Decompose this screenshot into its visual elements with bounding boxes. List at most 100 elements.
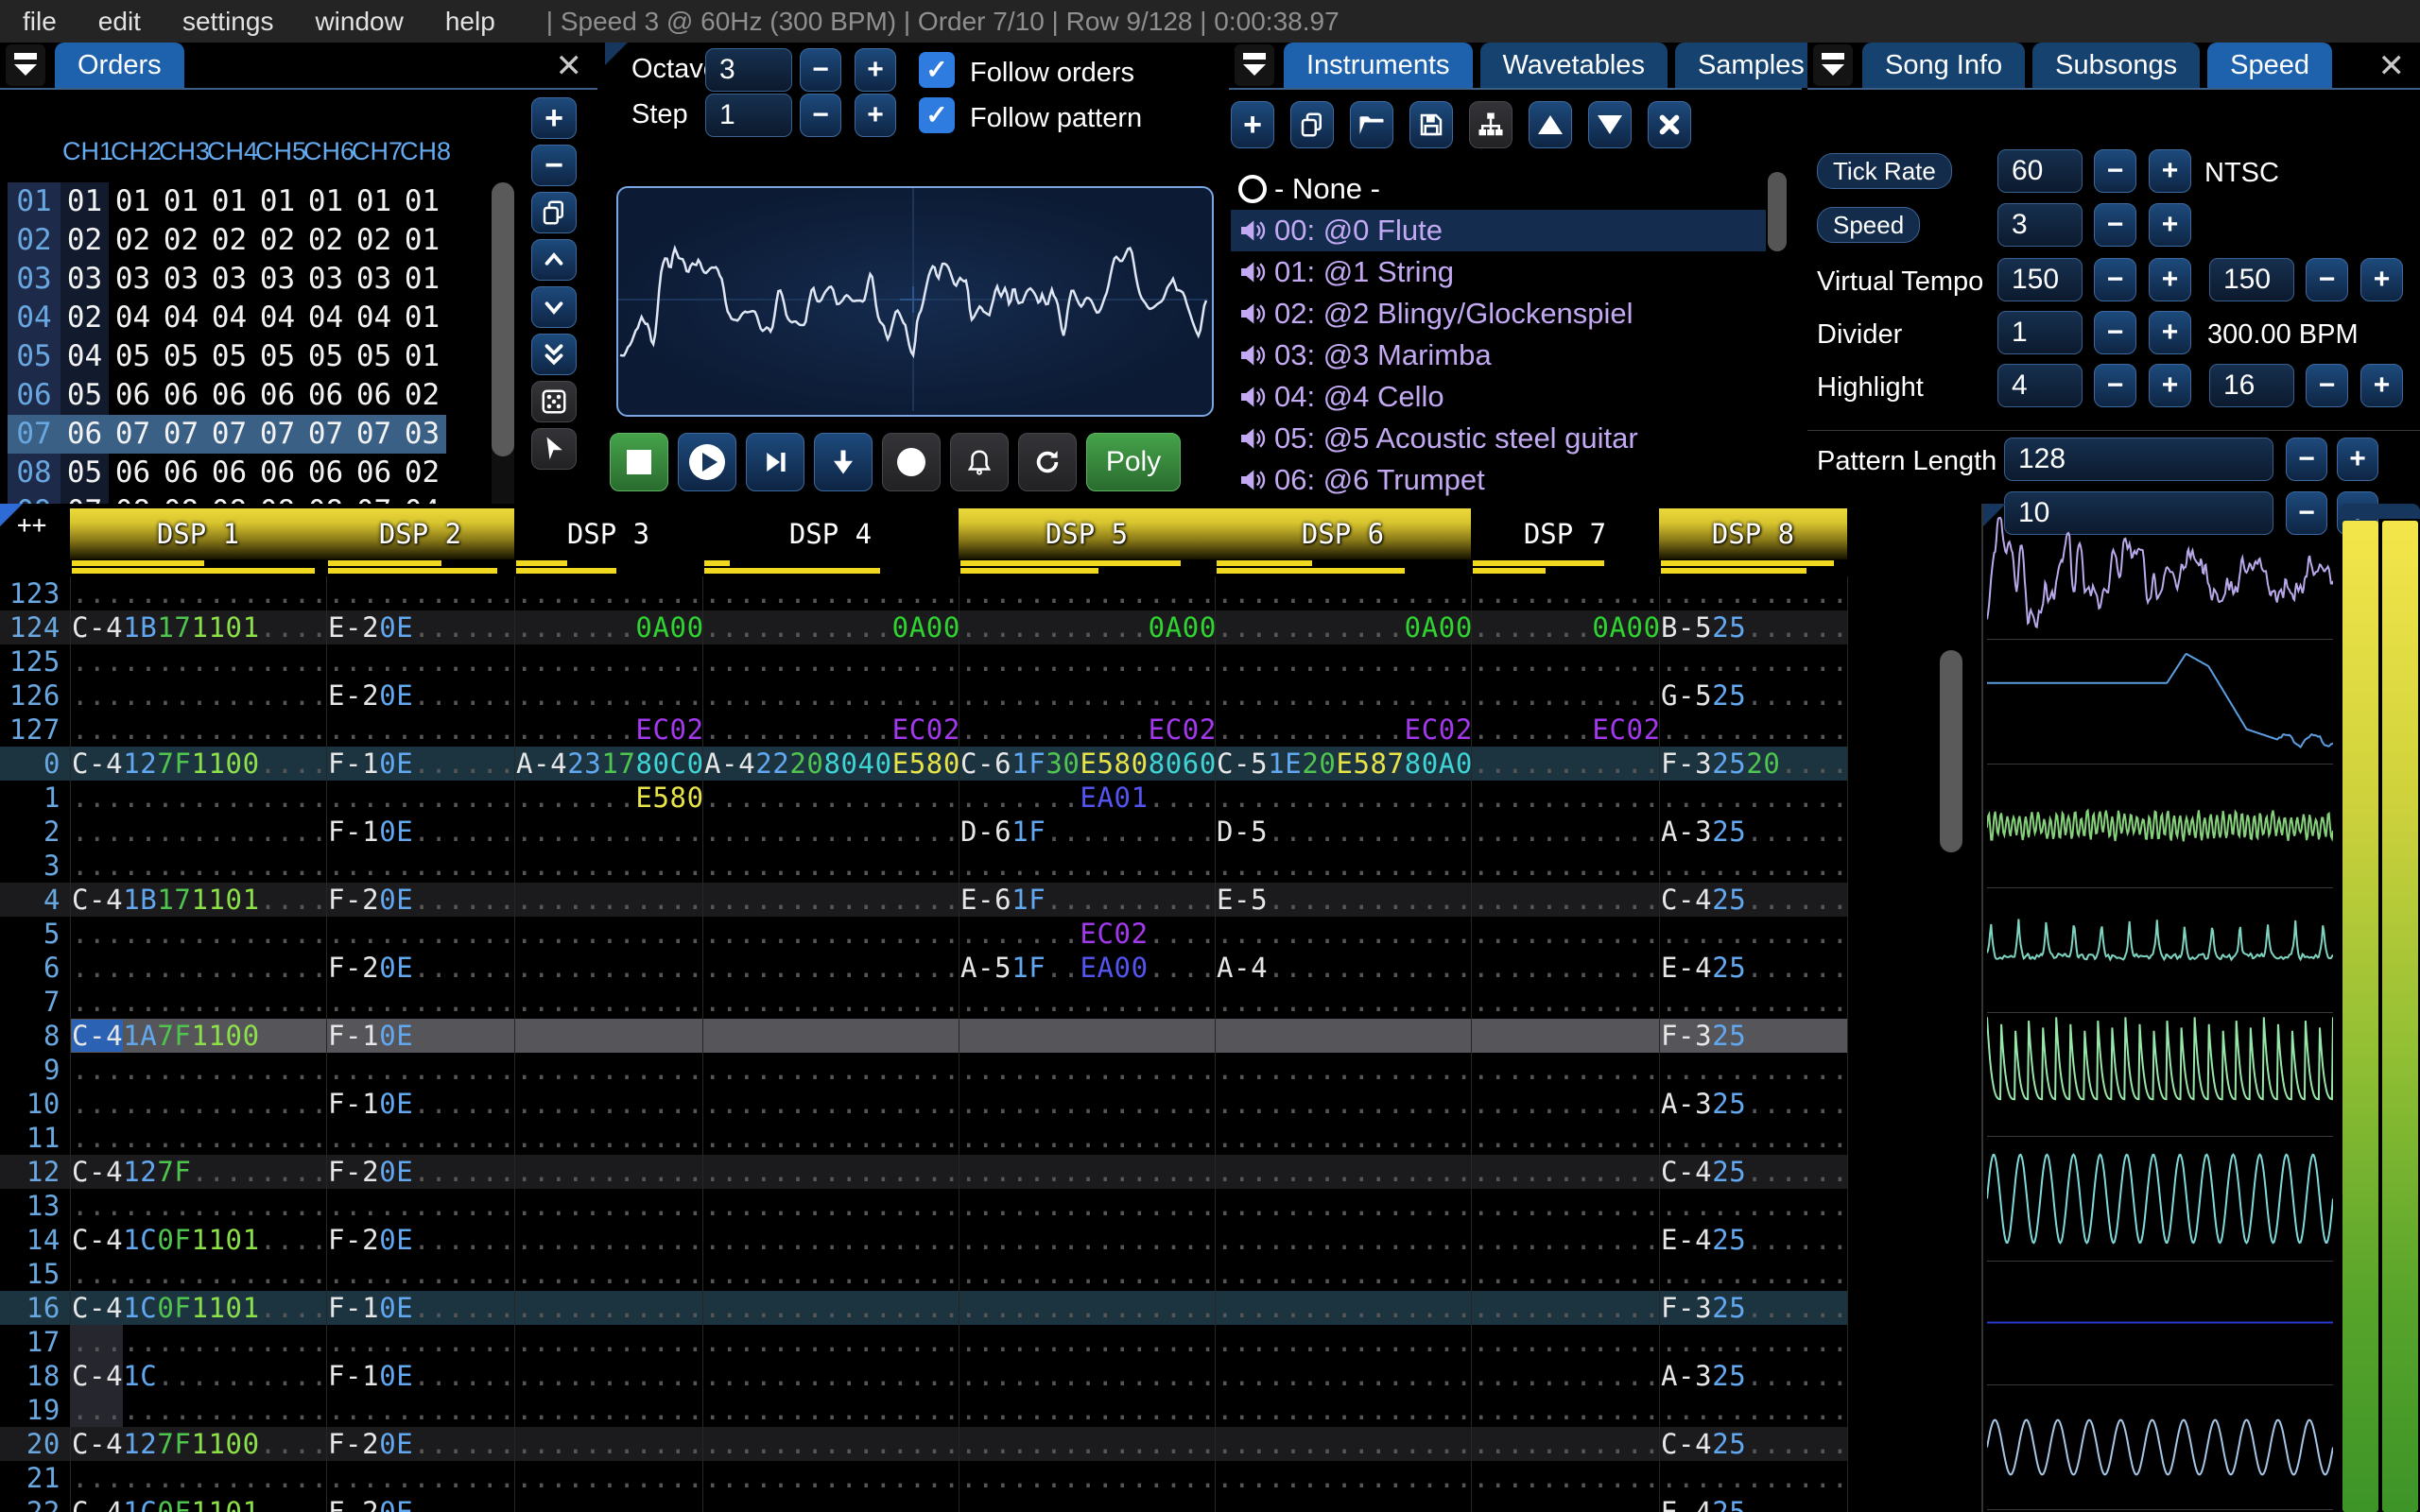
pattern-cell[interactable]: E-61F..........: [960, 883, 1217, 917]
pattern-cell[interactable]: ...............: [704, 644, 960, 679]
pattern-row[interactable]: 3.......................................…: [0, 849, 1848, 883]
orders-plus-button[interactable]: +: [531, 97, 577, 139]
instrument-item[interactable]: 06: @6 Trumpet: [1231, 459, 1766, 501]
tab-subsongs[interactable]: Subsongs: [2032, 43, 2201, 88]
menu-item-window[interactable]: window: [315, 7, 403, 37]
pattern-cell[interactable]: F-325......: [1661, 1291, 1849, 1325]
poly-button[interactable]: Poly: [1086, 433, 1181, 491]
step-row-button[interactable]: [814, 433, 873, 491]
pattern-cell[interactable]: F-32520....: [1661, 747, 1849, 781]
orders-minus-button[interactable]: −: [531, 145, 577, 186]
pattern-cell[interactable]: ...............: [960, 1427, 1217, 1461]
order-cell[interactable]: 02: [60, 221, 109, 260]
instruments-copy-button[interactable]: [1290, 101, 1334, 148]
order-cell[interactable]: 05: [253, 337, 302, 376]
order-cell[interactable]: 01: [398, 299, 446, 337]
instruments-up-button[interactable]: [1529, 101, 1572, 148]
pattern-cell[interactable]: A-325......: [1661, 1359, 1849, 1393]
pattern-cell[interactable]: ...........: [1473, 1291, 1661, 1325]
pattern-cell[interactable]: ...........: [1473, 1427, 1661, 1461]
pattern-cell[interactable]: ...............: [960, 1087, 1217, 1121]
pattern-cell[interactable]: ...............: [960, 1495, 1217, 1512]
pattern-cell[interactable]: ...............: [72, 951, 328, 985]
pattern-cell[interactable]: ...........: [516, 1189, 704, 1223]
pattern-cell[interactable]: ...........: [516, 951, 704, 985]
order-cell[interactable]: 07: [109, 415, 157, 454]
instruments-down-button[interactable]: [1588, 101, 1632, 148]
pattern-cell[interactable]: ...........: [1661, 1121, 1849, 1155]
pattern-cell[interactable]: ...............: [1217, 1121, 1473, 1155]
pattern-cell[interactable]: .......0A00: [1473, 610, 1661, 644]
pattern-cell[interactable]: ...........: [1661, 644, 1849, 679]
pattern-cell[interactable]: ...........: [1473, 1189, 1661, 1223]
pattern-cell[interactable]: ...............: [72, 917, 328, 951]
order-cell[interactable]: 06: [302, 454, 350, 492]
pattern-cell[interactable]: ...........: [1661, 985, 1849, 1019]
pattern-cell[interactable]: ...........: [328, 1053, 516, 1087]
pattern-cell[interactable]: ...............: [1217, 1495, 1473, 1512]
pattern-cell[interactable]: ...............: [1217, 849, 1473, 883]
order-cell[interactable]: 05: [109, 337, 157, 376]
order-cell[interactable]: 04: [60, 337, 109, 376]
pattern-cell[interactable]: ...............: [960, 1019, 1217, 1053]
pattern-cell[interactable]: E-425......: [1661, 951, 1849, 985]
pattern-cell[interactable]: ...............: [704, 1257, 960, 1291]
pattern-row[interactable]: 0 C-4127F1100.... F-10E...... A-4231780C0 A-…: [0, 747, 1849, 781]
order-cell[interactable]: 02: [350, 221, 398, 260]
pattern-row[interactable]: 14 C-41C0F1101.... F-20E..................…: [0, 1223, 1848, 1257]
order-cell[interactable]: 04: [253, 299, 302, 337]
channel-header[interactable]: DSP 6: [1215, 508, 1471, 559]
order-cell[interactable]: 02: [60, 299, 109, 337]
pattern-cell[interactable]: C-425......: [1661, 1155, 1849, 1189]
order-cell[interactable]: 03: [350, 260, 398, 299]
pattern-cell[interactable]: ...........: [1473, 815, 1661, 849]
pattern-cell[interactable]: C-41C0F1101....: [72, 1291, 328, 1325]
pattern-cell[interactable]: ...........: [1661, 576, 1849, 610]
order-row[interactable]: 02 02 02 02 02 02 02 02 01: [8, 221, 448, 260]
pattern-cell[interactable]: G-525......: [1661, 679, 1849, 713]
order-cell[interactable]: 04: [350, 299, 398, 337]
collapse-icon[interactable]: [1235, 44, 1274, 86]
pattern-cell[interactable]: ...............: [704, 576, 960, 610]
pattern-cell[interactable]: ...........: [1473, 644, 1661, 679]
order-cell[interactable]: 06: [253, 376, 302, 415]
pattern-length-input[interactable]: 128: [2004, 438, 2273, 481]
pattern-cell[interactable]: ...........: [516, 1325, 704, 1359]
pattern-cell[interactable]: .......EC02: [1473, 713, 1661, 747]
pattern-cell[interactable]: ...............: [960, 576, 1217, 610]
pattern-cell[interactable]: ...............: [704, 883, 960, 917]
pattern-cell[interactable]: ...............: [960, 644, 1217, 679]
pattern-cell[interactable]: ...........: [516, 1155, 704, 1189]
highlight-1-plus[interactable]: +: [2149, 364, 2191, 407]
collapse-icon[interactable]: [1813, 44, 1853, 86]
pattern-row[interactable]: 13......................................…: [0, 1189, 1848, 1223]
instruments-delete-button[interactable]: [1648, 101, 1691, 148]
pattern-cell[interactable]: ...........: [328, 985, 516, 1019]
pattern-cell[interactable]: ...........: [516, 1223, 704, 1257]
order-cell[interactable]: 05: [60, 376, 109, 415]
pattern-cell[interactable]: ...............: [72, 985, 328, 1019]
tab-wavetables[interactable]: Wavetables: [1479, 43, 1668, 88]
tab-instruments[interactable]: Instruments: [1284, 43, 1473, 88]
pattern-cell[interactable]: ...............: [704, 1121, 960, 1155]
channel-header[interactable]: DSP 5: [959, 508, 1215, 559]
virtual-tempo-num-input[interactable]: 150: [1997, 258, 2083, 301]
octave-minus-button[interactable]: −: [800, 48, 841, 92]
pattern-cell[interactable]: ...........: [1473, 679, 1661, 713]
order-cell[interactable]: 06: [205, 376, 253, 415]
pattern-cell[interactable]: ...........: [1473, 1053, 1661, 1087]
order-row[interactable]: 01 01 01 01 01 01 01 01 01: [8, 182, 448, 221]
pattern-cell[interactable]: ...........: [1473, 1495, 1661, 1512]
order-row[interactable]: 08 05 06 06 06 06 06 06 02: [8, 454, 448, 492]
pattern-cell[interactable]: ...........: [1473, 747, 1661, 781]
pattern-cell[interactable]: ...........: [1473, 1019, 1661, 1053]
pattern-cell[interactable]: ...........: [328, 1257, 516, 1291]
virtual-tempo-num-minus[interactable]: −: [2094, 258, 2136, 301]
pattern-cell[interactable]: F-10E......: [328, 1359, 516, 1393]
pattern-cell[interactable]: F-20E......: [328, 883, 516, 917]
follow-pattern-checkbox[interactable]: ✓: [919, 97, 955, 133]
instrument-item[interactable]: 00: @0 Flute: [1231, 210, 1766, 251]
pattern-cell[interactable]: ...........: [328, 1189, 516, 1223]
pattern-cell[interactable]: ...............: [72, 1087, 328, 1121]
order-cell[interactable]: 03: [253, 260, 302, 299]
